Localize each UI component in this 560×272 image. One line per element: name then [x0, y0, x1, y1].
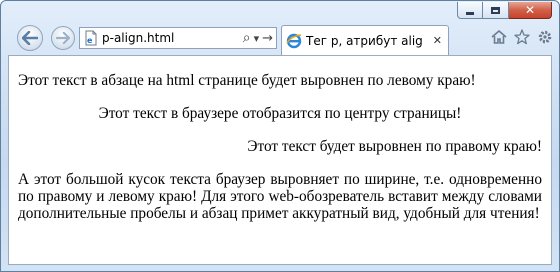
- back-arrow-icon: [22, 31, 38, 45]
- favorites-star-icon[interactable]: [514, 29, 530, 45]
- svg-text:e: e: [87, 36, 93, 45]
- tab-close-icon[interactable]: ✕: [433, 34, 442, 47]
- address-text[interactable]: p-align.html: [102, 31, 174, 45]
- maximize-icon: [491, 6, 500, 14]
- paragraph-center-aligned: Этот текст в браузере отобразится по цен…: [98, 105, 462, 122]
- go-arrow-icon[interactable]: →: [262, 31, 273, 46]
- address-bar[interactable]: e p-align.html ⌕ ▾ →: [79, 27, 277, 49]
- tab-active[interactable]: Тег p, атрибут alig ✕: [281, 25, 449, 55]
- minimize-button[interactable]: [457, 2, 483, 19]
- close-icon: ✕: [524, 3, 536, 17]
- minimize-icon: [466, 11, 474, 15]
- window-caption-buttons: ✕: [457, 2, 552, 19]
- paragraph-right-aligned: Этот текст будет выровнен по правому кра…: [247, 138, 542, 155]
- maximize-button[interactable]: [483, 2, 509, 19]
- back-button[interactable]: [17, 25, 43, 51]
- ie-tab-icon: [286, 33, 302, 49]
- page-content: Этот текст в абзаце на html странице буд…: [8, 55, 552, 265]
- chevron-down-icon[interactable]: ▾: [254, 32, 260, 45]
- browser-toolbar-icons: [491, 29, 553, 45]
- forward-arrow-icon: [56, 32, 70, 44]
- settings-gear-icon[interactable]: [537, 29, 553, 45]
- paragraph-left-aligned: Этот текст в абзаце на html странице буд…: [18, 72, 476, 89]
- address-tools: ⌕ ▾ →: [243, 30, 273, 46]
- paragraph-justified: А этот большой кусок текста браузер выро…: [18, 171, 542, 222]
- tab-title: Тег p, атрибут alig: [306, 33, 423, 48]
- home-icon[interactable]: [491, 29, 507, 45]
- search-icon[interactable]: ⌕: [243, 30, 251, 46]
- page-file-icon: e: [84, 30, 98, 46]
- browser-window: ✕ e p-align.html ⌕ ▾ → Тег p, атрибут al…: [0, 0, 560, 272]
- forward-button[interactable]: [51, 26, 75, 50]
- close-window-button[interactable]: ✕: [509, 2, 552, 19]
